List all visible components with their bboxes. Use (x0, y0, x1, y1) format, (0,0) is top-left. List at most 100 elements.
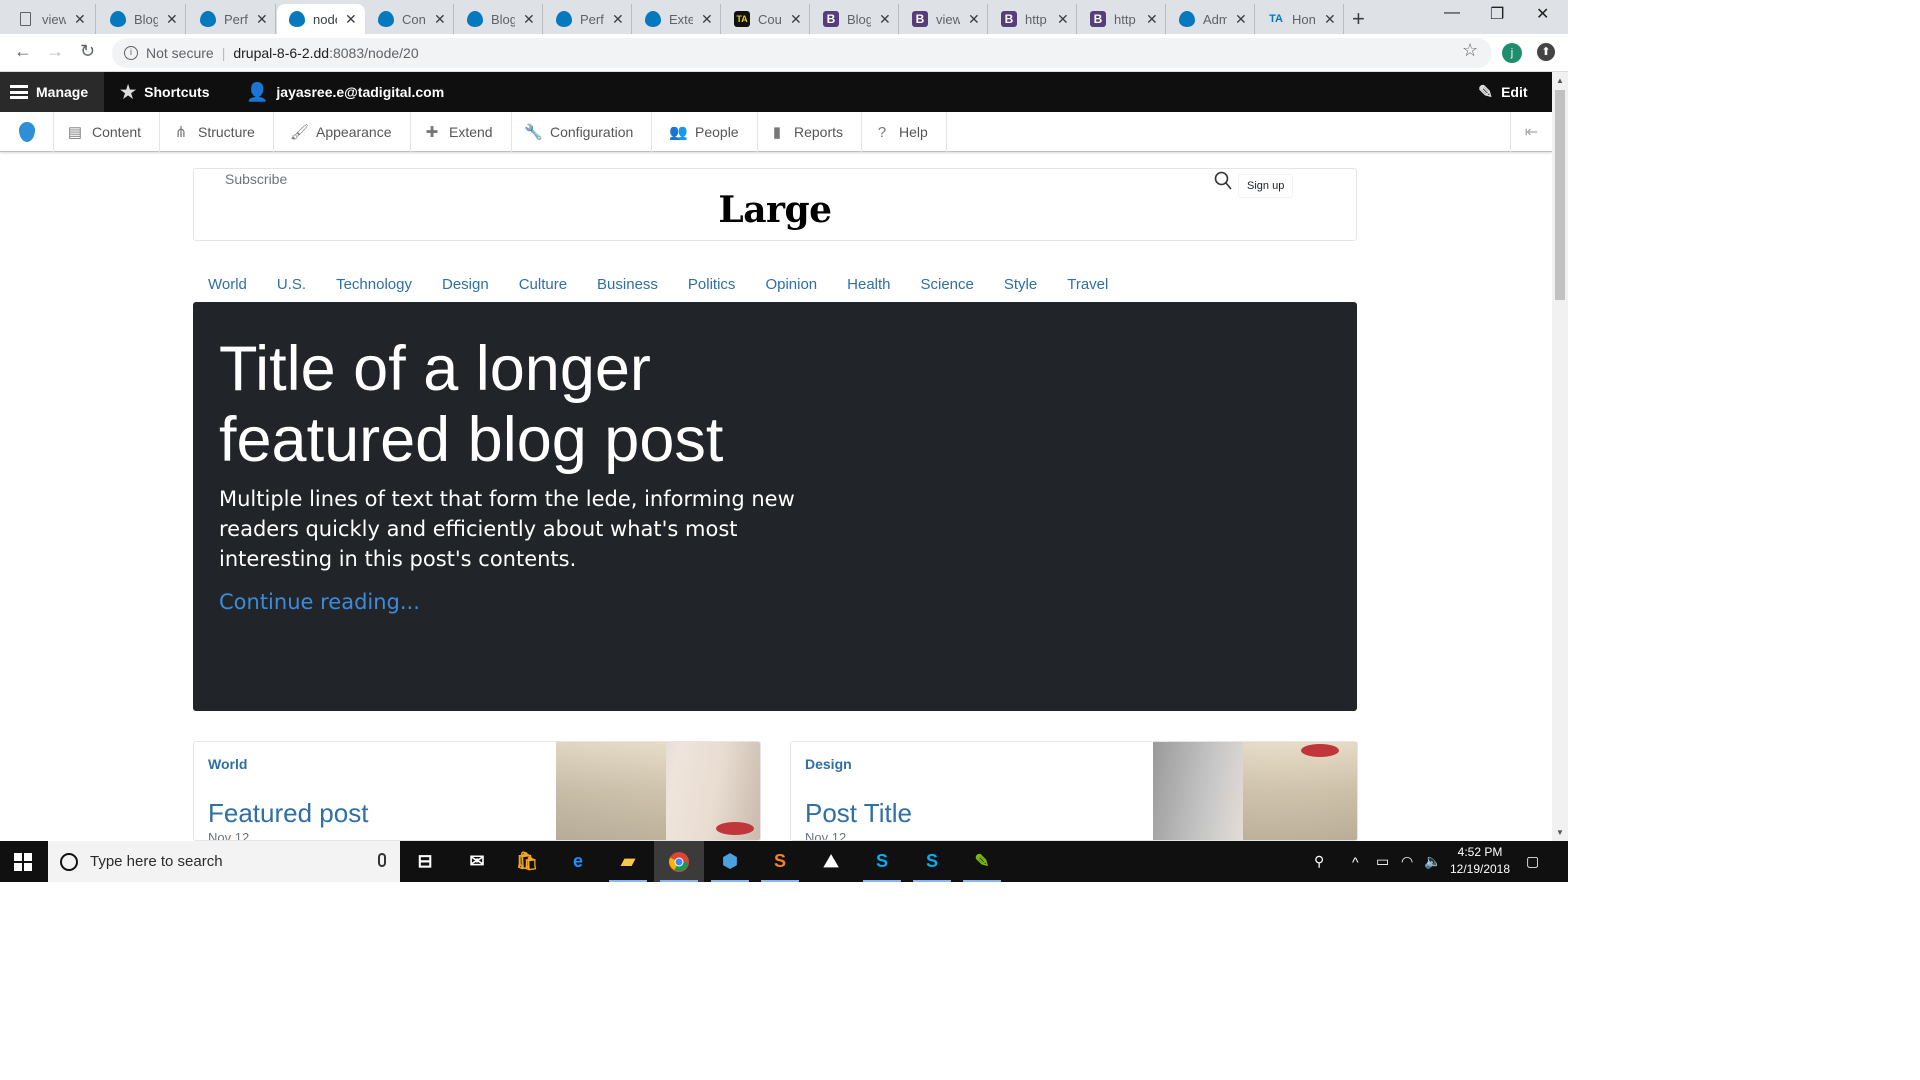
search-icon[interactable] (1214, 171, 1232, 191)
close-tab-icon[interactable]: ✕ (345, 11, 357, 28)
photos-icon[interactable]: ⛰ (806, 841, 856, 882)
3d-app-icon[interactable]: ⬢ (705, 841, 755, 882)
mail-icon[interactable]: ✉ (452, 841, 502, 882)
nav-link-travel[interactable]: Travel (1067, 276, 1108, 300)
tray-item-reports[interactable]: ▮ Reports (758, 112, 863, 152)
continue-reading-link[interactable]: Continue reading... (219, 590, 420, 614)
people-tray-icon[interactable]: ⚲ (1314, 841, 1324, 882)
browser-tab[interactable]: Perf ✕ (544, 4, 632, 34)
browser-tab[interactable]: view ✕ (8, 4, 96, 34)
edge-icon[interactable]: e (553, 841, 603, 882)
close-tab-icon[interactable]: ✕ (1057, 11, 1069, 28)
nav-link-us[interactable]: U.S. (277, 276, 306, 300)
browser-tab[interactable]: Perf ✕ (188, 4, 276, 34)
tray-item-people[interactable]: 👥 People (659, 112, 758, 152)
nav-link-culture[interactable]: Culture (519, 276, 567, 300)
system-clock[interactable]: 4:52 PM 12/19/2018 (1440, 844, 1520, 878)
tray-item-content[interactable]: ▤ Content (56, 112, 161, 152)
tray-item-structure[interactable]: ⋔ Structure (162, 112, 274, 152)
nav-link-health[interactable]: Health (847, 276, 890, 300)
notepad-plus-icon[interactable]: ✎ (957, 841, 1007, 882)
browser-tab[interactable]: B Blog ✕ (811, 4, 899, 34)
skype-business-icon[interactable]: S (857, 841, 907, 882)
show-hidden-icons[interactable]: ^ (1352, 841, 1359, 882)
close-tab-icon[interactable]: ✕ (790, 11, 802, 28)
blog-logo[interactable]: Large (194, 189, 1356, 231)
nav-link-business[interactable]: Business (597, 276, 658, 300)
browser-tab[interactable]: Exte ✕ (633, 4, 721, 34)
close-tab-icon[interactable]: ✕ (612, 11, 624, 28)
task-view-icon[interactable]: ⊟ (400, 841, 450, 882)
profile-avatar[interactable]: j (1502, 43, 1522, 63)
windows-start-icon[interactable] (14, 853, 32, 871)
microphone-icon[interactable] (378, 853, 386, 867)
page-scrollbar[interactable]: ▲ ▼ (1552, 72, 1568, 841)
home-button[interactable] (0, 112, 54, 152)
skype-icon[interactable]: S (907, 841, 957, 882)
tray-item-help[interactable]: ? Help (863, 112, 947, 152)
store-icon[interactable]: 🛍 (502, 841, 552, 882)
card-title-link[interactable]: Featured post (208, 798, 368, 829)
omnibox[interactable]: i Not secure | drupal-8-6-2.dd :8083/nod… (112, 38, 1492, 68)
forward-icon[interactable]: → (46, 41, 64, 62)
close-tab-icon[interactable]: ✕ (256, 11, 268, 28)
close-tab-icon[interactable]: ✕ (968, 11, 980, 28)
wifi-icon[interactable]: ◠ (1401, 841, 1413, 882)
battery-icon[interactable]: ▭ (1376, 841, 1389, 882)
browser-tab[interactable]: Blog ✕ (455, 4, 543, 34)
back-icon[interactable]: ← (14, 41, 32, 62)
info-icon[interactable]: i (124, 46, 138, 60)
browser-tab[interactable]: Con ✕ (366, 4, 454, 34)
scroll-up-icon[interactable]: ▲ (1556, 76, 1564, 85)
nav-link-world[interactable]: World (208, 276, 247, 300)
nav-link-style[interactable]: Style (1004, 276, 1037, 300)
reload-icon[interactable]: ↻ (80, 41, 95, 62)
close-window-icon[interactable]: ✕ (1536, 4, 1549, 24)
close-tab-icon[interactable]: ✕ (1146, 11, 1158, 28)
browser-tab[interactable]: Blog ✕ (98, 4, 186, 34)
tray-item-extend[interactable]: ✚ Extend (413, 112, 512, 152)
nav-link-science[interactable]: Science (921, 276, 974, 300)
subscribe-link[interactable]: Subscribe (225, 171, 287, 187)
browser-tab[interactable]: TA Hon ✕ (1256, 4, 1344, 34)
shortcuts-button[interactable]: ★ Shortcuts (120, 72, 209, 112)
nav-link-technology[interactable]: Technology (336, 276, 412, 300)
sign-up-button[interactable]: Sign up (1238, 174, 1294, 198)
close-tab-icon[interactable]: ✕ (1324, 11, 1336, 28)
close-tab-icon[interactable]: ✕ (879, 11, 891, 28)
close-tab-icon[interactable]: ✕ (434, 11, 446, 28)
scrollbar-thumb[interactable] (1555, 90, 1565, 300)
taskbar-search[interactable]: Type here to search (48, 841, 400, 882)
card-title-link[interactable]: Post Title (805, 798, 912, 829)
bookmark-star-icon[interactable]: ☆ (1462, 40, 1478, 61)
browser-tab[interactable]: Adm ✕ (1167, 4, 1255, 34)
minimize-icon[interactable]: ― (1444, 4, 1460, 22)
file-explorer-icon[interactable]: ▰ (603, 841, 653, 882)
browser-tab[interactable]: TA Cou ✕ (722, 4, 810, 34)
close-tab-icon[interactable]: ✕ (166, 11, 178, 28)
browser-tab[interactable]: B http ✕ (989, 4, 1077, 34)
edit-button[interactable]: ✎ Edit (1478, 72, 1528, 112)
nav-link-politics[interactable]: Politics (688, 276, 736, 300)
scroll-down-icon[interactable]: ▼ (1556, 828, 1564, 837)
new-tab-button[interactable]: + (1352, 6, 1365, 32)
sublime-text-icon[interactable]: S (755, 841, 805, 882)
close-tab-icon[interactable]: ✕ (1235, 11, 1247, 28)
restore-icon[interactable]: ❐ (1490, 4, 1504, 24)
tray-item-appearance[interactable]: 🖌 Appearance (280, 112, 411, 152)
volume-icon[interactable]: 🔈 (1424, 841, 1441, 882)
browser-tab[interactable]: B view ✕ (900, 4, 988, 34)
close-tab-icon[interactable]: ✕ (523, 11, 535, 28)
close-tab-icon[interactable]: ✕ (74, 11, 86, 28)
close-tab-icon[interactable]: ✕ (701, 11, 713, 28)
manage-button[interactable]: Manage (0, 72, 104, 112)
user-button[interactable]: 👤 jayasree.e@tadigital.com (246, 72, 444, 112)
extension-icon[interactable]: ⬆ (1537, 43, 1555, 61)
nav-link-opinion[interactable]: Opinion (765, 276, 817, 300)
browser-tab-active[interactable]: node ✕ (277, 4, 365, 34)
browser-tab[interactable]: B http ✕ (1078, 4, 1166, 34)
notifications-icon[interactable]: ▢ (1526, 841, 1539, 882)
nav-link-design[interactable]: Design (442, 276, 489, 300)
collapse-tray-icon[interactable]: ⇤ (1510, 112, 1552, 152)
chrome-icon[interactable] (654, 841, 704, 882)
